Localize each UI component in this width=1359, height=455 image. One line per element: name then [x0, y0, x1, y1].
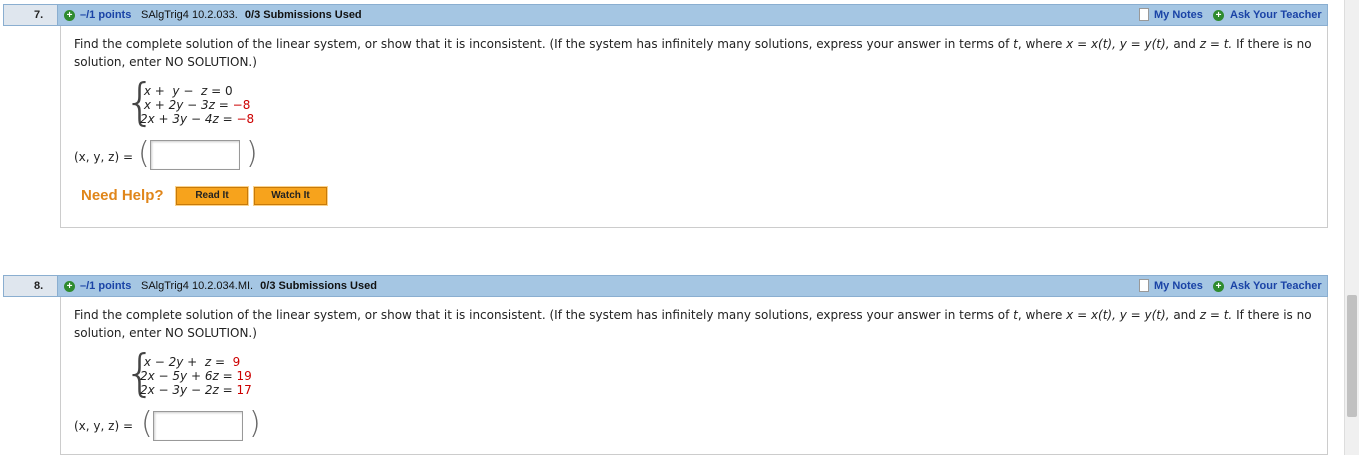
need-help-label: Need Help? — [81, 187, 164, 204]
points-link[interactable]: –/1 points — [80, 5, 131, 25]
watch-it-button[interactable]: Watch It — [253, 186, 328, 206]
question-number: 8. — [4, 276, 58, 296]
plus-circle-icon[interactable]: + — [64, 281, 75, 292]
left-paren: ( — [138, 136, 150, 171]
question-prompt: Find the complete solution of the linear… — [74, 37, 1312, 69]
left-paren: ( — [141, 406, 153, 441]
source-id: SAlgTrig4 10.2.034.MI. — [141, 280, 254, 292]
scrollbar-thumb[interactable] — [1347, 295, 1357, 417]
my-notes-link[interactable]: My Notes — [1154, 5, 1203, 25]
vertical-scrollbar[interactable] — [1344, 0, 1359, 455]
source-label: SAlgTrig4 10.2.034.MI. 0/3 Submissions U… — [141, 276, 377, 296]
answer-input[interactable] — [153, 411, 243, 441]
my-notes-link[interactable]: My Notes — [1154, 276, 1203, 296]
right-paren: ) — [249, 406, 261, 441]
ask-teacher-link[interactable]: Ask Your Teacher — [1230, 276, 1322, 296]
plus-circle-icon[interactable]: + — [1213, 281, 1224, 292]
answer-label: (x, y, z) = — [74, 150, 133, 164]
question-7-header: 7. + –/1 points SAlgTrig4 10.2.033. 0/3 … — [3, 4, 1328, 26]
plus-circle-icon[interactable]: + — [1213, 10, 1224, 21]
source-label: SAlgTrig4 10.2.033. 0/3 Submissions Used — [141, 5, 362, 25]
right-paren: ) — [246, 136, 258, 171]
plus-circle-icon[interactable]: + — [64, 10, 75, 21]
document-icon[interactable] — [1139, 8, 1149, 21]
question-prompt: Find the complete solution of the linear… — [74, 308, 1312, 340]
submissions-used: 0/3 Submissions Used — [244, 9, 362, 21]
submissions-used: 0/3 Submissions Used — [260, 280, 377, 292]
points-link[interactable]: –/1 points — [80, 276, 131, 296]
ask-teacher-link[interactable]: Ask Your Teacher — [1230, 5, 1322, 25]
question-8-header: 8. + –/1 points SAlgTrig4 10.2.034.MI. 0… — [3, 275, 1328, 297]
document-icon[interactable] — [1139, 279, 1149, 292]
answer-label: (x, y, z) = — [74, 419, 133, 433]
answer-input[interactable] — [150, 140, 240, 170]
read-it-button[interactable]: Read It — [175, 186, 249, 206]
question-number: 7. — [4, 5, 58, 25]
source-id: SAlgTrig4 10.2.033. — [141, 9, 238, 21]
